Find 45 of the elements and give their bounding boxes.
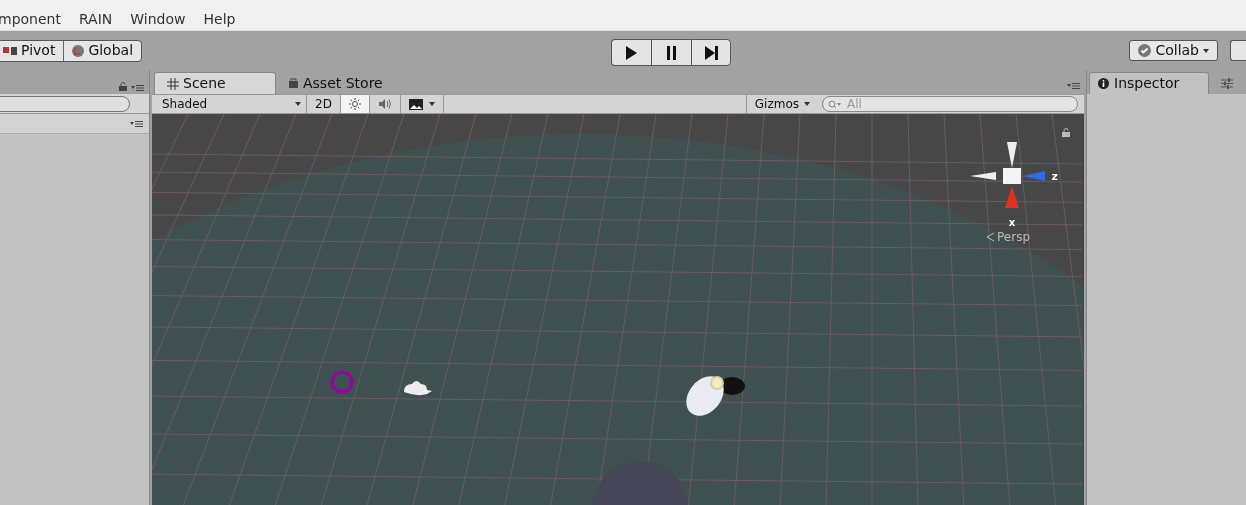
pause-button[interactable] <box>651 39 691 66</box>
menu-item[interactable]: Help <box>203 8 236 30</box>
gizmos-dropdown[interactable]: Gizmos <box>745 95 818 113</box>
panel-menu-icon[interactable] <box>1067 83 1080 89</box>
menu-item[interactable]: RAIN <box>78 8 113 30</box>
dropdown-caret-icon <box>804 102 810 106</box>
check-icon <box>1138 44 1152 57</box>
play-button[interactable] <box>611 39 651 66</box>
step-button[interactable] <box>691 39 731 66</box>
account-button[interactable] <box>1230 40 1246 61</box>
dropdown-caret-icon <box>1203 48 1209 53</box>
lock-icon[interactable] <box>1062 128 1070 137</box>
panel-tab[interactable]: Inspector <box>1089 72 1209 94</box>
grid-icon <box>167 77 179 90</box>
sliders-icon <box>1221 77 1233 89</box>
image-icon <box>408 98 423 110</box>
step-icon <box>702 43 720 62</box>
panel-menu-icon[interactable] <box>131 85 144 91</box>
panel-menu-icon[interactable] <box>130 120 143 127</box>
pivot-icon <box>3 45 17 56</box>
collab-button[interactable]: Collab <box>1129 40 1218 61</box>
dropdown-caret-icon <box>295 102 301 106</box>
speaker-icon <box>377 98 392 110</box>
sun-icon <box>348 98 361 110</box>
search-field[interactable]: All <box>822 96 1078 112</box>
menu-item[interactable]: Window <box>130 8 186 30</box>
axis-label: z <box>1051 169 1058 185</box>
shading-dropdown[interactable]: Shaded <box>152 95 307 113</box>
panel-tab[interactable]: Asset Store <box>276 72 398 94</box>
mode-toggle[interactable]: 2D <box>307 95 341 113</box>
chevron-left-icon <box>986 232 994 242</box>
panel-tab[interactable]: Scene <box>154 72 276 94</box>
search-icon <box>828 100 842 109</box>
pivot-button[interactable]: Pivot <box>0 40 65 61</box>
axis-label: x <box>1008 218 1016 228</box>
search-field[interactable] <box>0 95 130 112</box>
projection-label[interactable]: Persp <box>997 228 1030 246</box>
global-button[interactable]: Global <box>64 40 142 61</box>
lighting-toggle[interactable] <box>340 95 370 113</box>
globe-icon <box>72 44 85 57</box>
info-icon <box>1098 78 1109 89</box>
lock-icon[interactable] <box>119 82 127 91</box>
menu-item[interactable]: mponent <box>0 8 61 30</box>
bag-icon <box>288 77 299 89</box>
dropdown-caret-icon <box>428 102 435 106</box>
